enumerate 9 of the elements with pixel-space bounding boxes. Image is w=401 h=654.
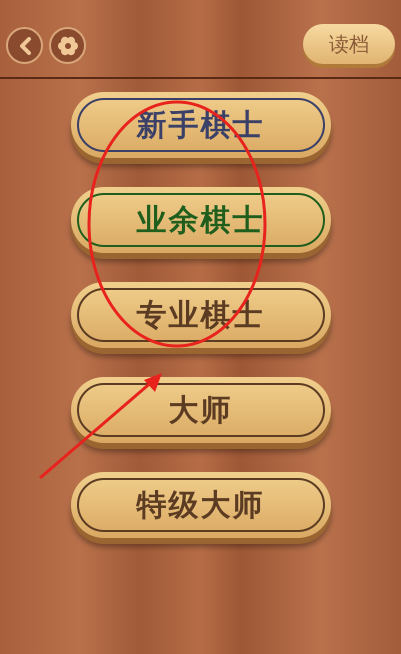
level-button[interactable]: 专业棋士 — [70, 282, 330, 348]
settings-icon — [56, 34, 78, 56]
back-button[interactable] — [6, 27, 43, 64]
level-button[interactable]: 特级大师 — [70, 472, 330, 538]
level-button[interactable]: 大师 — [70, 377, 330, 443]
back-icon — [18, 36, 32, 54]
load-button[interactable]: 读档 — [303, 24, 395, 64]
settings-button[interactable] — [49, 27, 86, 64]
level-button[interactable]: 业余棋士 — [70, 187, 330, 253]
